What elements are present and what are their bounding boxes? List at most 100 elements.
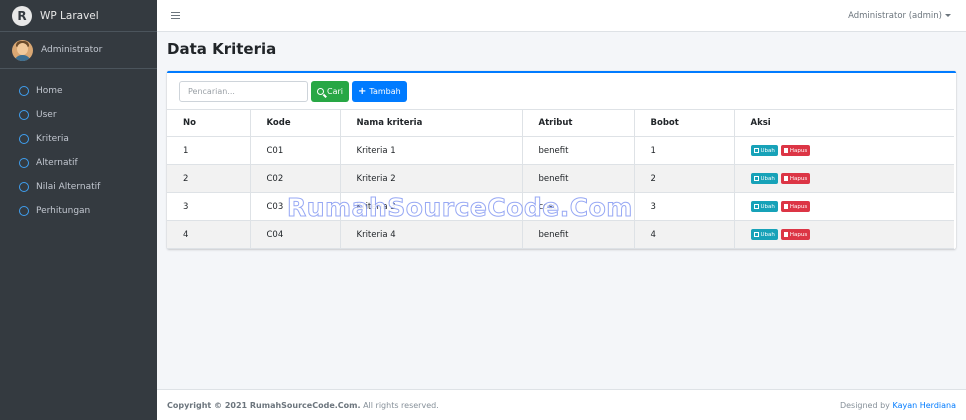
sidebar-item-nilai-alternatif[interactable]: Nilai Alternatif	[0, 175, 157, 199]
delete-button-label: Hapus	[789, 175, 808, 182]
circle-icon	[19, 86, 29, 96]
edit-button[interactable]: Ubah	[750, 229, 778, 240]
delete-button[interactable]: Hapus	[780, 145, 811, 156]
edit-button-label: Ubah	[760, 147, 775, 154]
trash-icon	[783, 176, 788, 181]
header-aksi: Aksi	[733, 109, 954, 137]
toolbar: Cari + Tambah	[179, 81, 407, 102]
sidebar-nav: Home User Kriteria Alternatif Nilai Alte…	[0, 69, 157, 223]
table-header-row: No Kode Nama kriteria Atribut Bobot Aksi	[167, 109, 954, 137]
cell-bobot: 4	[633, 220, 734, 249]
table-row: 4 C04 Kriteria 4 benefit 4 Ubah Hapus	[167, 220, 954, 249]
cell-aksi: Ubah Hapus	[733, 136, 954, 165]
cell-kode: C01	[249, 136, 340, 165]
edit-button[interactable]: Ubah	[750, 145, 778, 156]
user-menu-dropdown[interactable]: Administrator (admin)	[848, 11, 951, 21]
circle-icon	[19, 110, 29, 120]
delete-button-label: Hapus	[789, 203, 808, 210]
brand-link[interactable]: R WP Laravel	[0, 0, 157, 32]
edit-button-label: Ubah	[760, 231, 775, 238]
table-row: 3 C03 Kriteria 3 cost 3 Ubah Hapus	[167, 192, 954, 221]
sidebar-item-home[interactable]: Home	[0, 79, 157, 103]
sidebar: R WP Laravel Administrator Home User Kri…	[0, 0, 157, 420]
edit-icon	[753, 232, 759, 237]
footer: Copyright © 2021 RumahSourceCode.Com. Al…	[157, 389, 966, 420]
cell-no: 4	[167, 220, 250, 249]
cell-bobot: 2	[633, 164, 734, 193]
data-card: Cari + Tambah No Kode Nama kriteria Atri…	[167, 71, 956, 249]
cell-nama: Kriteria 4	[339, 220, 522, 249]
circle-icon	[19, 134, 29, 144]
add-button[interactable]: + Tambah	[352, 81, 407, 102]
table-row: 1 C01 Kriteria 1 benefit 1 Ubah Hapus	[167, 136, 954, 165]
sidebar-item-label: Nilai Alternatif	[36, 182, 101, 192]
delete-button[interactable]: Hapus	[780, 201, 811, 212]
sidebar-item-kriteria[interactable]: Kriteria	[0, 127, 157, 151]
sidebar-item-perhitungan[interactable]: Perhitungan	[0, 199, 157, 223]
copyright-site: RumahSourceCode.Com.	[249, 400, 361, 410]
header-kode[interactable]: Kode	[249, 109, 340, 137]
header-nama-kriteria[interactable]: Nama kriteria	[339, 109, 522, 137]
copyright-prefix: Copyright © 2021	[167, 400, 250, 410]
cell-no: 2	[167, 164, 250, 193]
sidebar-item-label: Alternatif	[36, 158, 78, 168]
circle-icon	[19, 206, 29, 216]
trash-icon	[783, 148, 788, 153]
cell-nama: Kriteria 2	[339, 164, 522, 193]
sidebar-item-alternatif[interactable]: Alternatif	[0, 151, 157, 175]
cell-aksi: Ubah Hapus	[733, 192, 954, 221]
search-icon	[317, 88, 324, 95]
search-button[interactable]: Cari	[311, 81, 349, 102]
cell-bobot: 3	[633, 192, 734, 221]
edit-button[interactable]: Ubah	[750, 201, 778, 212]
cell-no: 3	[167, 192, 250, 221]
cell-atribut: benefit	[521, 136, 634, 165]
cell-nama: Kriteria 1	[339, 136, 522, 165]
brand-title: WP Laravel	[40, 9, 99, 22]
edit-button-label: Ubah	[760, 203, 775, 210]
trash-icon	[783, 204, 788, 209]
designed-by-label: Designed by	[839, 400, 893, 410]
cell-aksi: Ubah Hapus	[733, 220, 954, 249]
kriteria-table: No Kode Nama kriteria Atribut Bobot Aksi…	[167, 109, 954, 249]
search-input[interactable]	[179, 81, 308, 102]
delete-button-label: Hapus	[789, 147, 808, 154]
edit-button[interactable]: Ubah	[750, 173, 778, 184]
edit-icon	[753, 148, 759, 153]
cell-kode: C04	[249, 220, 340, 249]
edit-icon	[753, 176, 759, 181]
brand-logo-icon: R	[12, 5, 32, 26]
sidebar-item-label: Kriteria	[36, 134, 69, 144]
cell-atribut: benefit	[521, 164, 634, 193]
delete-button[interactable]: Hapus	[780, 173, 811, 184]
cell-aksi: Ubah Hapus	[733, 164, 954, 193]
user-panel[interactable]: Administrator	[0, 32, 157, 69]
footer-credit: Designed by Kayan Herdiana	[840, 401, 956, 410]
edit-icon	[753, 204, 759, 209]
cell-atribut: cost	[521, 192, 634, 221]
footer-copyright: Copyright © 2021 RumahSourceCode.Com. Al…	[167, 401, 439, 410]
sidebar-item-user[interactable]: User	[0, 103, 157, 127]
table-row: 2 C02 Kriteria 2 benefit 2 Ubah Hapus	[167, 164, 954, 193]
header-bobot[interactable]: Bobot	[633, 109, 734, 137]
cell-nama: Kriteria 3	[339, 192, 522, 221]
circle-icon	[19, 182, 29, 192]
cell-kode: C02	[249, 164, 340, 193]
delete-button[interactable]: Hapus	[780, 229, 811, 240]
caret-down-icon	[945, 14, 951, 17]
page-title: Data Kriteria	[167, 40, 277, 58]
cell-no: 1	[167, 136, 250, 165]
search-button-label: Cari	[327, 87, 343, 96]
sidebar-item-label: User	[36, 110, 57, 120]
sidebar-item-label: Perhitungan	[36, 206, 91, 216]
header-atribut[interactable]: Atribut	[521, 109, 634, 137]
copyright-suffix: All rights reserved.	[360, 400, 439, 410]
user-panel-name: Administrator	[41, 45, 103, 55]
menu-toggle-icon[interactable]	[171, 11, 180, 20]
cell-bobot: 1	[633, 136, 734, 165]
plus-icon: +	[358, 85, 367, 97]
add-button-label: Tambah	[369, 87, 401, 96]
header-no[interactable]: No	[167, 109, 250, 137]
author-link[interactable]: Kayan Herdiana	[892, 401, 956, 410]
trash-icon	[783, 232, 788, 237]
